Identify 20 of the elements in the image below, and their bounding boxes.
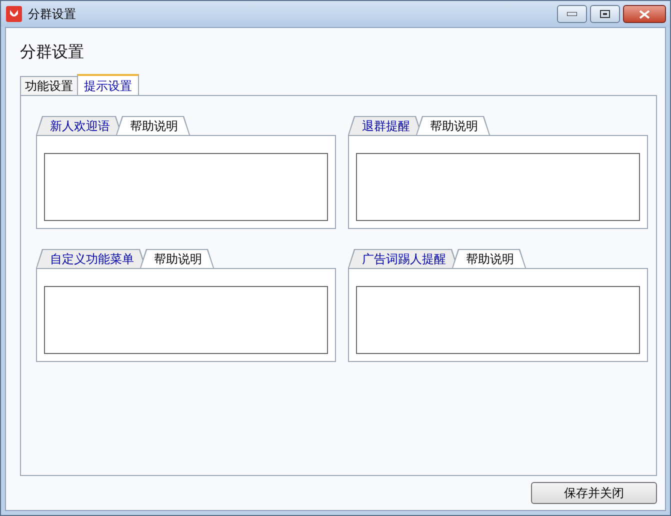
text-area[interactable] [356, 153, 640, 221]
save-close-button[interactable]: 保存并关闭 [531, 482, 657, 504]
tab[interactable]: 功能设置 [20, 76, 78, 95]
app-logo-icon [6, 6, 22, 22]
page-heading: 分群设置 [20, 41, 85, 63]
maximize-icon [600, 10, 610, 18]
tab[interactable]: 帮助说明 [452, 249, 526, 268]
window-title: 分群设置 [28, 6, 76, 23]
text-area[interactable] [356, 286, 640, 354]
minimize-button[interactable] [557, 5, 587, 23]
tab[interactable]: 提示设置 [77, 74, 139, 95]
text-area[interactable] [44, 286, 328, 354]
close-button[interactable] [623, 5, 666, 23]
close-icon [639, 10, 650, 18]
minimize-icon [567, 12, 577, 16]
maximize-button[interactable] [590, 5, 620, 23]
tab[interactable]: 帮助说明 [140, 249, 214, 268]
text-area[interactable] [44, 153, 328, 221]
tab[interactable]: 帮助说明 [416, 116, 490, 135]
tab[interactable]: 帮助说明 [116, 116, 190, 135]
